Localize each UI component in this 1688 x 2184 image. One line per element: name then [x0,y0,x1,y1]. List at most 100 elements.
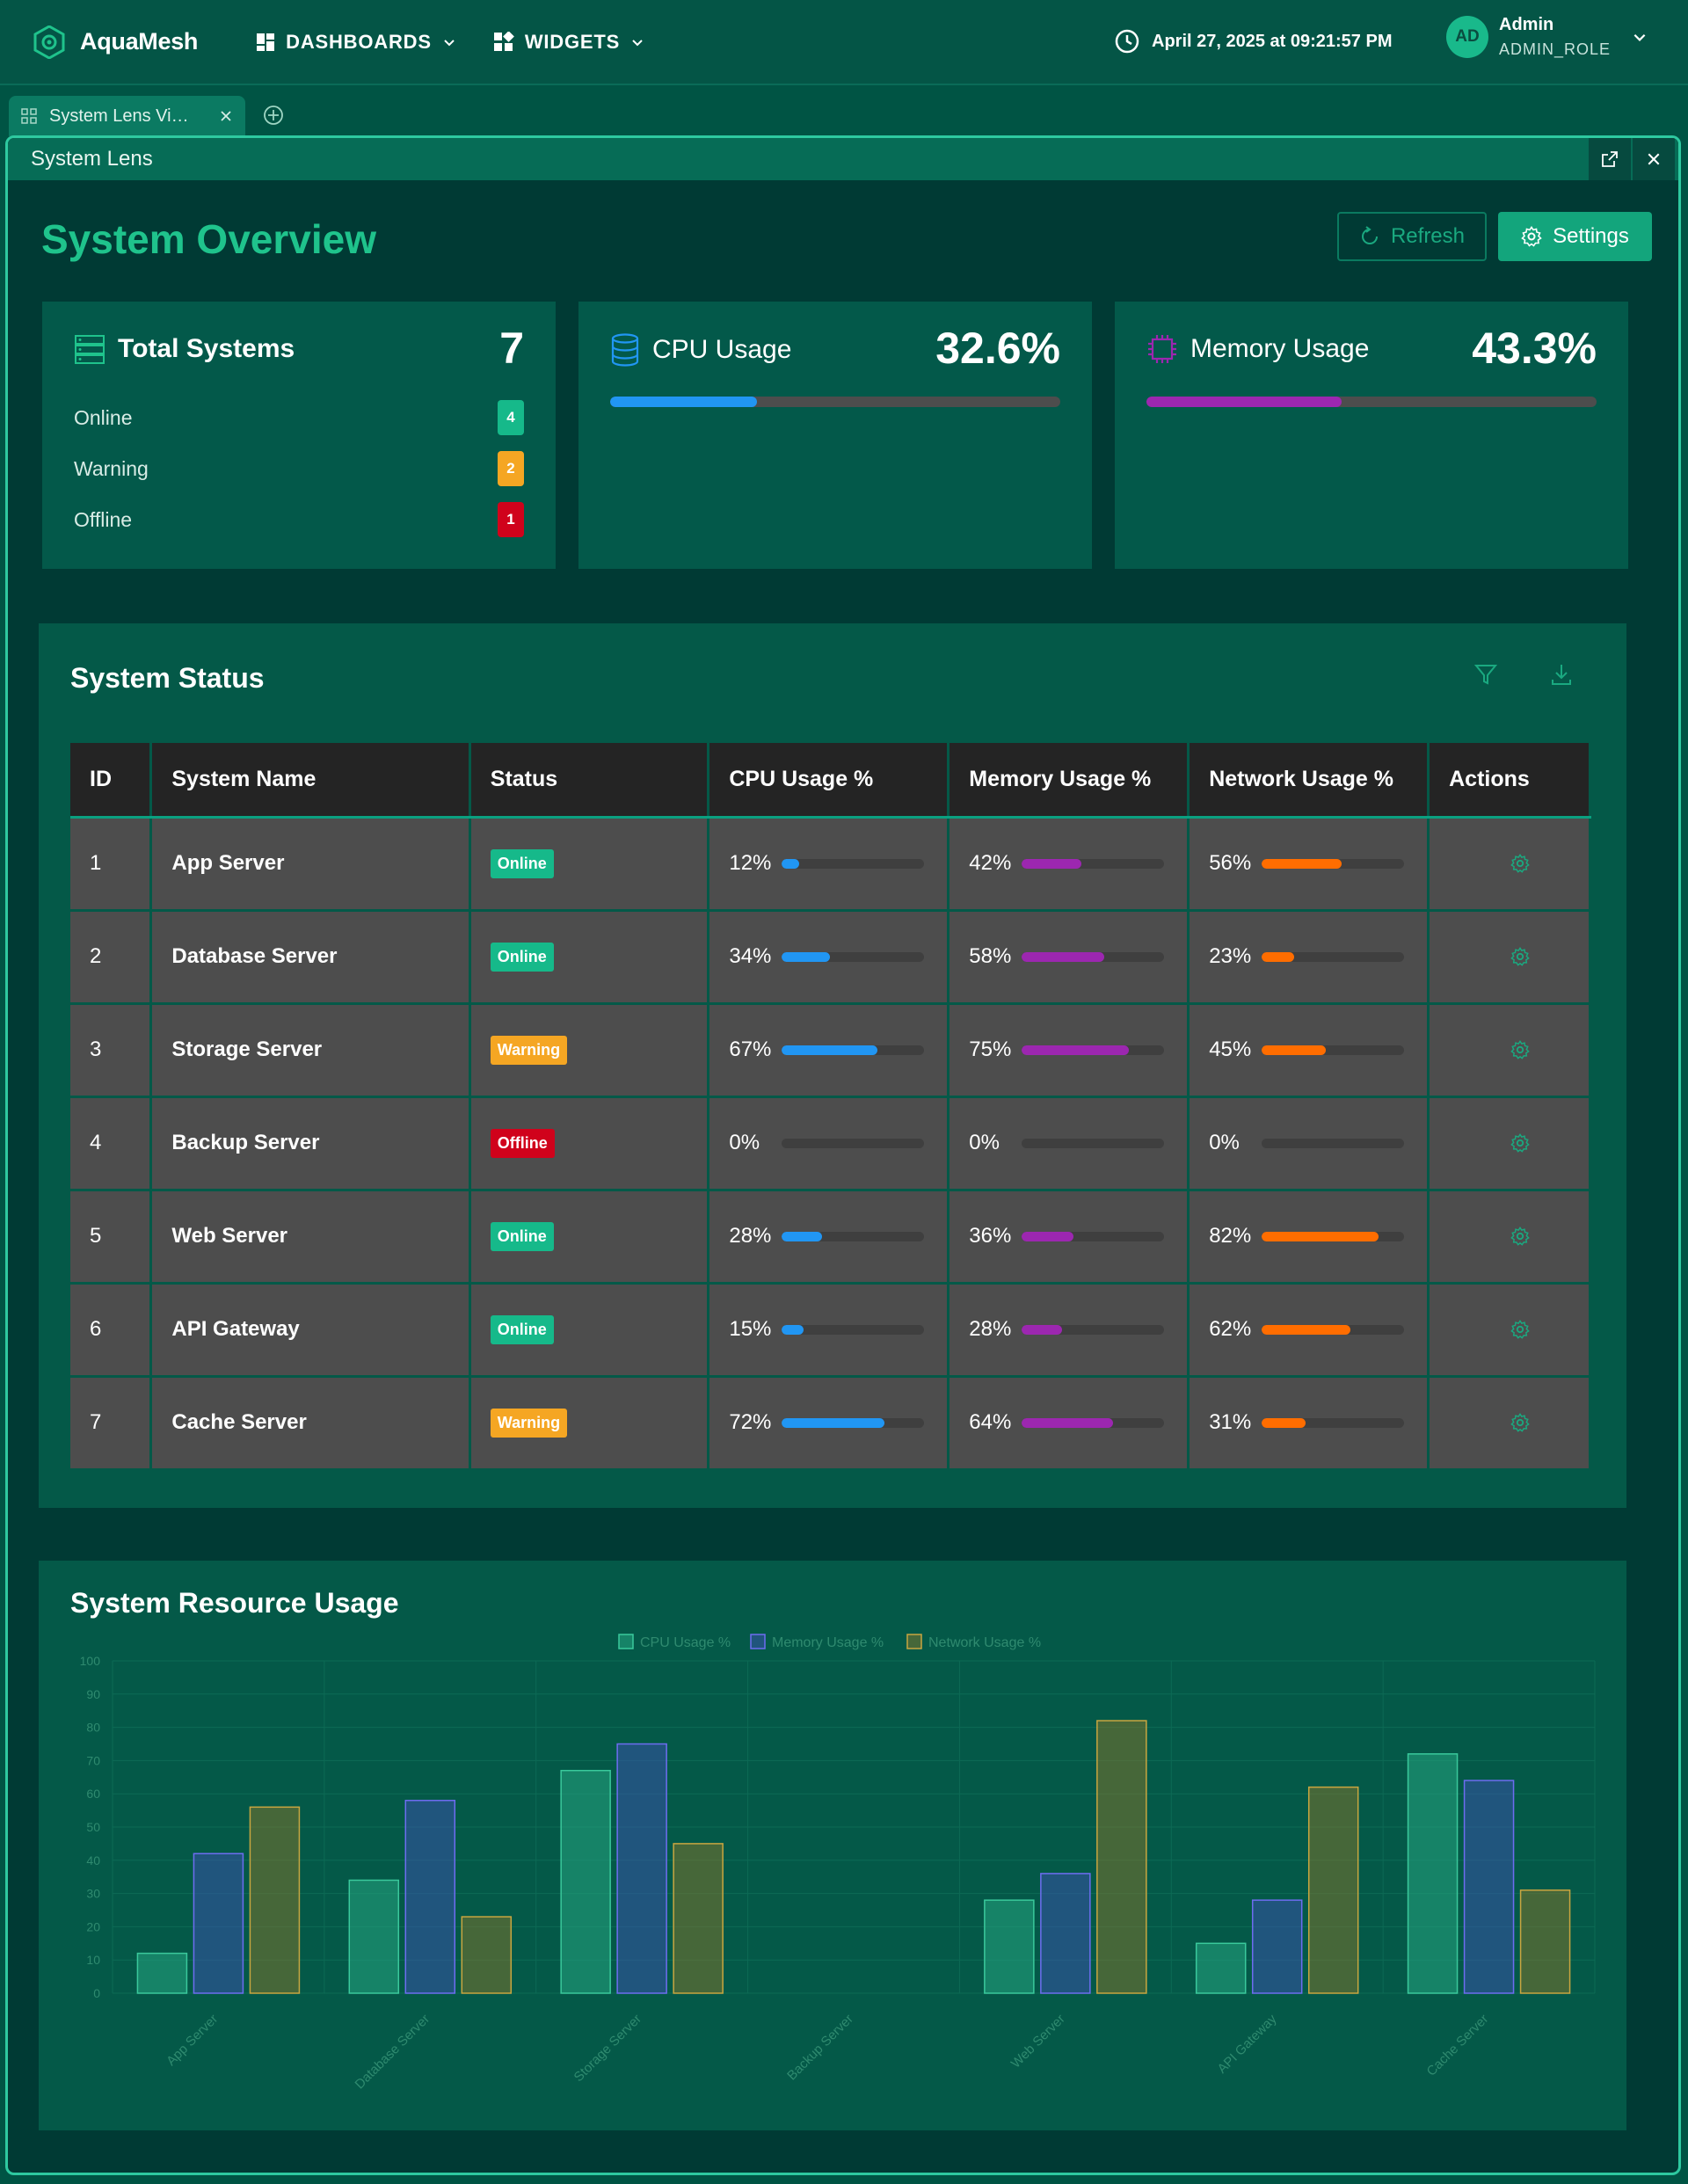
chart-bar[interactable] [1195,1942,1247,1994]
y-tick-label: 80 [86,1721,100,1735]
cpu-track [782,858,925,869]
settings-button[interactable]: Settings [1498,212,1652,261]
cpu-meter: 28% [729,1224,947,1249]
user-menu[interactable]: AD Admin ADMIN_ROLE [1446,15,1648,59]
y-tick-label: 100 [80,1654,101,1668]
chart-bar[interactable] [1096,1720,1147,1994]
cpu-fill [782,1324,804,1335]
row-id: 3 [70,1003,153,1098]
column-header[interactable]: Network Usage % [1188,743,1430,819]
card-title: Memory Usage [1146,333,1369,365]
legend-swatch [618,1634,634,1649]
card-title-text: Memory Usage [1190,334,1370,363]
widgets-menu[interactable]: WIDGETS [493,31,644,54]
status-cell: Warning [469,1003,710,1098]
status-cell: Warning [469,1376,710,1471]
memory-track [1022,1138,1165,1148]
column-header[interactable]: CPU Usage % [708,743,950,819]
memory-value: 64% [969,1410,1012,1434]
stat-warning: Warning 2 [74,451,524,486]
chart-bar[interactable] [560,1769,611,1994]
resource-usage-section: System Resource Usage 0 10 20 30 40 50 60 70 80 9… [39,1561,1626,2130]
column-header[interactable]: Memory Usage % [948,743,1190,819]
memory-meter: 36% [969,1224,1187,1249]
network-meter: 31% [1209,1410,1427,1435]
chart-bar[interactable] [1407,1753,1459,1994]
gear-icon[interactable] [1510,1227,1530,1246]
cpu-value: 67% [729,1037,772,1061]
column-header[interactable]: System Name [150,743,471,819]
memory-meter: 42% [969,851,1187,876]
row-id: 7 [70,1376,153,1471]
cpu-track [782,1417,925,1428]
x-tick-label: App Server [164,2012,221,2069]
chart-bar[interactable] [249,1806,301,1994]
chart-bar[interactable] [193,1853,244,1994]
chart-bar[interactable] [616,1743,667,1994]
popout-button[interactable] [1589,138,1631,180]
chart-bar[interactable] [404,1800,456,1994]
chart-bar[interactable] [1307,1786,1359,1994]
widgets-label: WIDGETS [524,30,621,53]
cpu-meter: 12% [729,851,947,876]
y-tick-label: 0 [93,1986,100,2000]
chart-bar[interactable] [461,1916,513,1994]
status-cell: Online [469,1190,710,1285]
cpu-fill [782,1231,822,1241]
network-track [1262,951,1405,962]
close-panel-button[interactable] [1633,138,1675,180]
refresh-button[interactable]: Refresh [1337,212,1487,261]
cpu-track [782,1138,925,1148]
gear-icon[interactable] [1510,854,1530,873]
memory-fill [1022,1045,1129,1055]
chart-bar[interactable] [1519,1889,1571,1994]
memory-track [1022,858,1165,869]
column-header[interactable]: Status [469,743,710,819]
database-icon [611,333,639,367]
legend-swatch [750,1634,766,1649]
gear-icon[interactable] [1510,1320,1530,1339]
chart-bar[interactable] [984,1899,1035,1994]
dashboards-menu[interactable]: DASHBOARDS [256,31,456,54]
add-tab-icon[interactable] [263,105,284,126]
status-badge: Online [490,848,554,878]
memory-value: 0% [969,1131,1000,1154]
network-fill [1262,1231,1379,1241]
tab-system-lens[interactable]: System Lens Vi… [9,96,245,136]
chart-bar[interactable] [1040,1873,1091,1994]
stat-label: Warning [74,456,149,480]
close-icon[interactable] [220,110,232,122]
download-icon[interactable] [1549,662,1574,687]
chart-bar[interactable] [1251,1899,1303,1994]
grid-icon [21,108,37,124]
network-meter: 56% [1209,851,1427,876]
column-header[interactable]: ID [70,743,153,819]
network-fill [1262,858,1342,869]
cpu-fill [782,1417,884,1428]
chart-bar[interactable] [348,1879,400,1994]
gear-icon[interactable] [1510,1413,1530,1432]
cpu-usage-card: CPU Usage 32.6% [578,302,1092,569]
gear-icon[interactable] [1510,1133,1530,1153]
network-value: 56% [1209,851,1252,875]
status-badge: Online [490,1221,554,1251]
close-icon [1648,153,1660,165]
page-title: System Overview [41,216,377,262]
status-cell: Online [469,910,710,1005]
filter-icon[interactable] [1473,662,1498,687]
brand[interactable]: AquaMesh [33,25,198,59]
chart-bar[interactable] [136,1952,188,1994]
network-value: 62% [1209,1317,1252,1341]
gear-icon[interactable] [1510,1040,1530,1059]
chart-bar[interactable] [1463,1780,1515,1994]
cpu-meter: 34% [729,944,947,969]
y-tick-label: 30 [86,1887,100,1901]
x-tick-label: Backup Server [784,2012,856,2084]
memory-track [1022,1324,1165,1335]
gear-icon[interactable] [1510,947,1530,966]
memory-fill [1022,1231,1073,1241]
chart-bar[interactable] [673,1843,724,1994]
row-id: 2 [70,910,153,1005]
memory-value: 36% [969,1224,1012,1248]
cpu-track [782,951,925,962]
